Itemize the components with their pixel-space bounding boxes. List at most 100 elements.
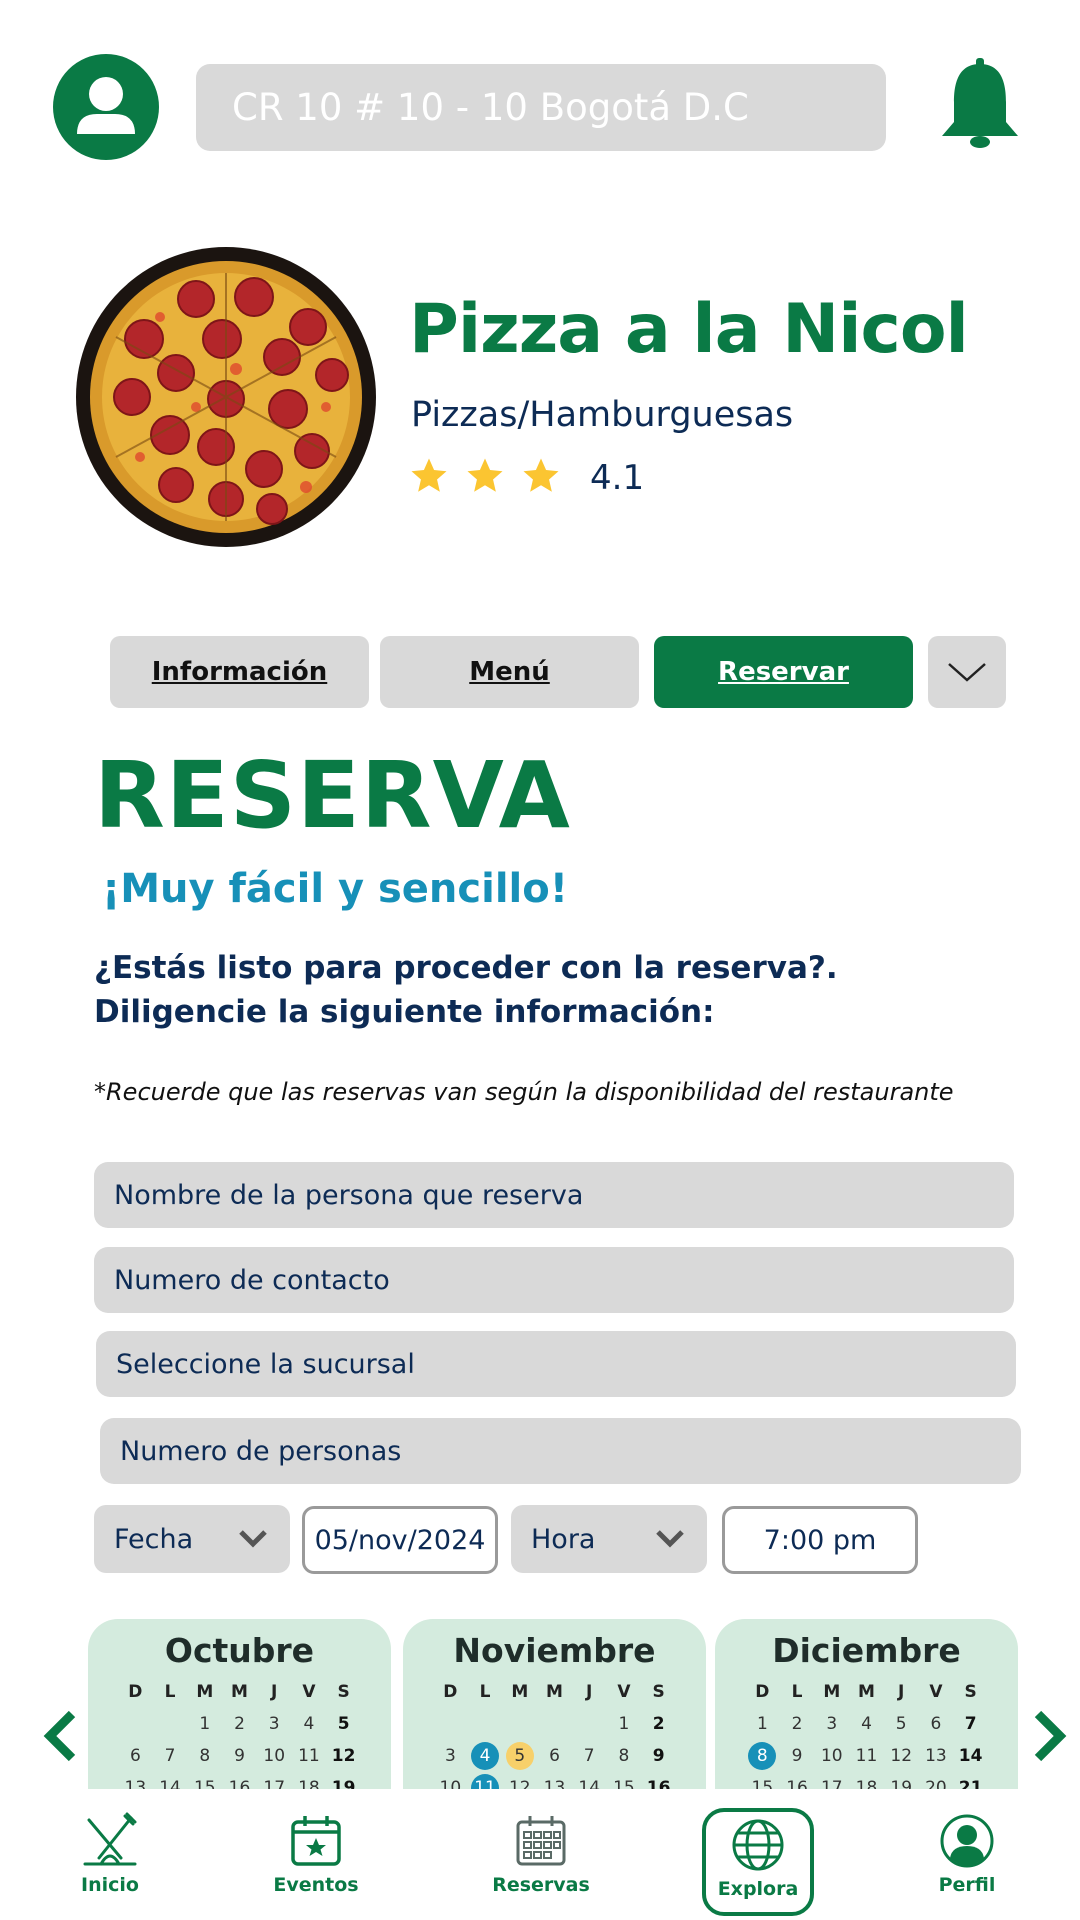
calendar-day[interactable]: 6 xyxy=(118,1741,153,1771)
calendar-day[interactable]: 14 xyxy=(572,1773,607,1789)
calendar-day[interactable]: 2 xyxy=(641,1709,676,1739)
calendar-day[interactable]: 10 xyxy=(433,1773,468,1789)
calendar-day[interactable]: 9 xyxy=(780,1741,815,1771)
weekday-header: S xyxy=(652,1682,665,1702)
calendar-day[interactable]: 12 xyxy=(326,1741,361,1771)
calendar-day[interactable]: 3 xyxy=(433,1741,468,1771)
calendar-day[interactable]: 19 xyxy=(326,1773,361,1789)
calendar-day[interactable]: 1 xyxy=(187,1709,222,1739)
calendar-day[interactable]: 1 xyxy=(607,1709,642,1739)
date-value[interactable]: 05/nov/2024 xyxy=(302,1506,498,1574)
chevron-down-icon xyxy=(948,663,986,682)
nav-perfil[interactable]: Perfil xyxy=(892,1812,1042,1912)
date-dropdown[interactable]: Fecha xyxy=(94,1505,290,1573)
calendar-day[interactable]: 17 xyxy=(814,1773,849,1789)
calendar-day[interactable]: 14 xyxy=(953,1741,988,1771)
calendar-day[interactable]: 6 xyxy=(919,1709,954,1739)
calendar-next-button[interactable] xyxy=(1030,1708,1070,1764)
tab-informacion[interactable]: Información xyxy=(110,636,369,708)
calendar-day[interactable]: 2 xyxy=(222,1709,257,1739)
calendar-day[interactable]: 13 xyxy=(118,1773,153,1789)
calendar-day[interactable]: 20 xyxy=(919,1773,954,1789)
calendar-empty-cell xyxy=(502,1709,537,1739)
chevron-left-icon xyxy=(43,1710,76,1762)
calendar-day[interactable]: 4 xyxy=(849,1709,884,1739)
calendar-day[interactable]: 18 xyxy=(849,1773,884,1789)
calendar-day[interactable]: 13 xyxy=(919,1741,954,1771)
calendar-day[interactable]: 13 xyxy=(537,1773,572,1789)
weekday-header: M xyxy=(823,1682,841,1702)
address-field[interactable]: CR 10 # 10 - 10 Bogotá D.C xyxy=(196,64,886,151)
tab-reservar[interactable]: Reservar xyxy=(654,636,913,708)
calendar-day[interactable]: 11 xyxy=(471,1774,500,1789)
weekday-header: V xyxy=(302,1682,316,1702)
contact-input[interactable] xyxy=(94,1247,1014,1313)
weekday-header: L xyxy=(164,1682,176,1702)
time-dropdown[interactable]: Hora xyxy=(511,1505,707,1573)
calendar-day[interactable]: 7 xyxy=(572,1741,607,1771)
branch-select[interactable] xyxy=(96,1331,1016,1397)
calendar-day[interactable]: 8 xyxy=(187,1741,222,1771)
calendar-day[interactable]: 1 xyxy=(745,1709,780,1739)
calendar-day[interactable]: 12 xyxy=(502,1773,537,1789)
calendar-day[interactable]: 3 xyxy=(257,1709,292,1739)
calendar-day[interactable]: 15 xyxy=(745,1773,780,1789)
nav-reservas[interactable]: Reservas xyxy=(466,1812,616,1912)
calendar-day[interactable]: 5 xyxy=(505,1742,534,1770)
weekday-header: S xyxy=(337,1682,350,1702)
weekday-header: M xyxy=(231,1682,248,1702)
calendar-day[interactable]: 10 xyxy=(257,1741,292,1771)
weekday-header: M xyxy=(511,1682,529,1702)
tab-menu[interactable]: Menú xyxy=(380,636,639,708)
calendar-day[interactable]: 4 xyxy=(471,1742,500,1770)
calendar-day[interactable]: 19 xyxy=(884,1773,919,1789)
calendar-grid: D L M M J V S 1 2 3 4 5 6 7 8 9 10 11 12 13 14 15 16 17 18 19 xyxy=(118,1677,361,1789)
calendar-day[interactable]: 4 xyxy=(292,1709,327,1739)
nav-explora[interactable]: Explora xyxy=(702,1808,814,1916)
weekday-header: S xyxy=(964,1682,977,1702)
calendar-day[interactable]: 11 xyxy=(292,1741,327,1771)
calendar-day[interactable]: 16 xyxy=(780,1773,815,1789)
calendar-day[interactable]: 17 xyxy=(257,1773,292,1789)
calendar-day[interactable]: 16 xyxy=(222,1773,257,1789)
restaurant-category: Pizzas/Hamburguesas xyxy=(411,395,794,435)
calendar-day[interactable]: 5 xyxy=(326,1709,361,1739)
calendar-day[interactable]: 6 xyxy=(537,1741,572,1771)
people-input[interactable] xyxy=(100,1418,1021,1484)
calendar-day[interactable]: 16 xyxy=(641,1773,676,1789)
name-input[interactable] xyxy=(94,1162,1014,1228)
calendar-day[interactable]: 7 xyxy=(153,1741,188,1771)
calendar-day[interactable]: 2 xyxy=(780,1709,815,1739)
calendar-month-title: Diciembre xyxy=(772,1631,961,1670)
time-value[interactable]: 7:00 pm xyxy=(722,1506,918,1574)
weekday-header: D xyxy=(443,1682,458,1702)
calendar-day[interactable]: 7 xyxy=(953,1709,988,1739)
calendar-day[interactable]: 9 xyxy=(641,1741,676,1771)
calendar-day[interactable]: 14 xyxy=(153,1773,188,1789)
profile-avatar[interactable] xyxy=(53,54,159,160)
calendar-day[interactable]: 8 xyxy=(748,1742,777,1770)
star-icon xyxy=(523,458,559,492)
notifications-button[interactable] xyxy=(938,56,1022,152)
calendar-prev-button[interactable] xyxy=(40,1708,80,1764)
calendar-day[interactable]: 12 xyxy=(884,1741,919,1771)
calendar-day[interactable]: 11 xyxy=(849,1741,884,1771)
calendar-day[interactable]: 21 xyxy=(953,1773,988,1789)
calendar-day[interactable]: 8 xyxy=(607,1741,642,1771)
calendar-day[interactable]: 3 xyxy=(814,1709,849,1739)
calendar-day[interactable]: 9 xyxy=(222,1741,257,1771)
calendar-empty-cell xyxy=(468,1709,503,1739)
nav-eventos-label: Eventos xyxy=(273,1874,359,1896)
calendar-day[interactable]: 5 xyxy=(884,1709,919,1739)
user-circle-icon xyxy=(940,1814,994,1868)
calendar-day[interactable]: 15 xyxy=(187,1773,222,1789)
weekday-header: D xyxy=(755,1682,770,1702)
calendar-day[interactable]: 10 xyxy=(814,1741,849,1771)
weekday-header: L xyxy=(791,1682,803,1702)
calendar-day[interactable]: 18 xyxy=(292,1773,327,1789)
nav-inicio[interactable]: Inicio xyxy=(35,1812,185,1912)
more-tabs-button[interactable] xyxy=(928,636,1006,708)
nav-eventos[interactable]: Eventos xyxy=(241,1812,391,1912)
bell-icon xyxy=(942,58,1018,148)
calendar-day[interactable]: 15 xyxy=(607,1773,642,1789)
